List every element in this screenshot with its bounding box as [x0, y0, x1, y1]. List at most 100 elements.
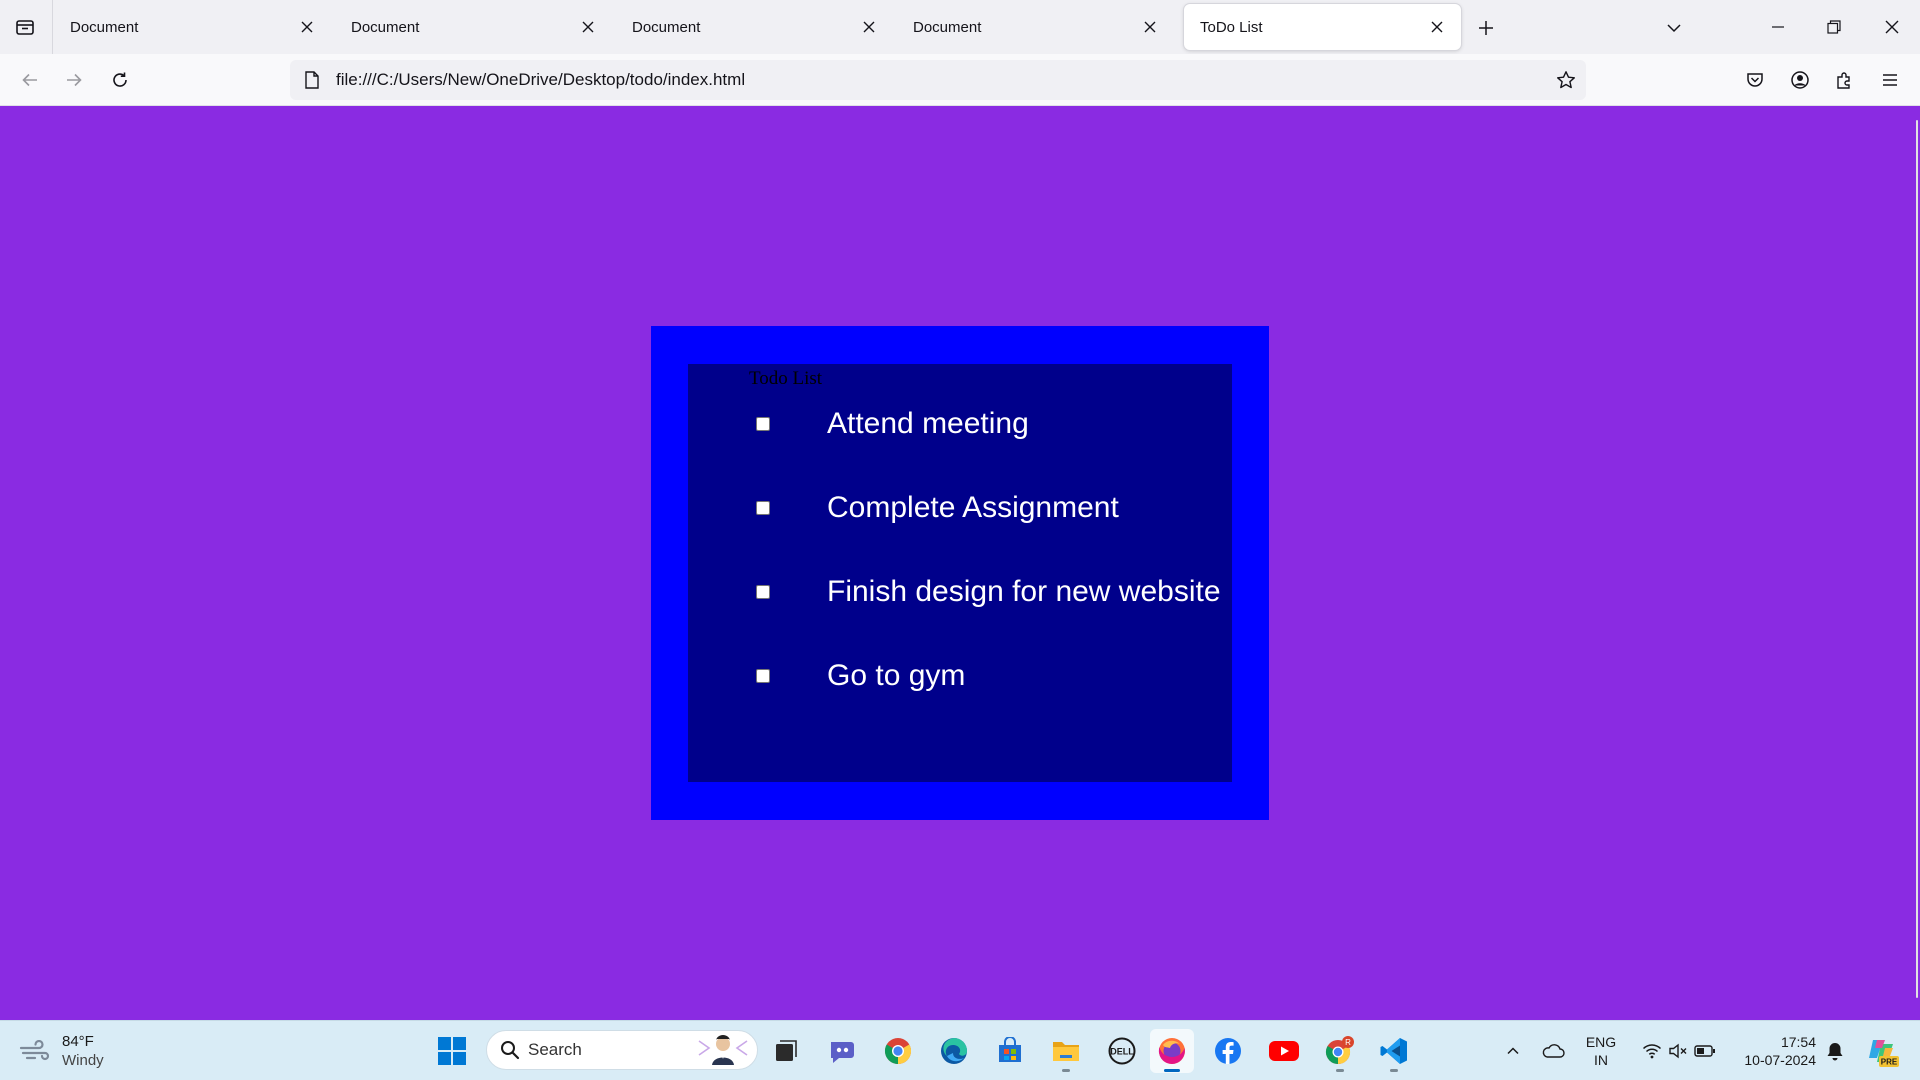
todo-item-label: Complete Assignment [827, 491, 1119, 524]
todo-item: Complete Assignment [756, 488, 1119, 528]
close-icon [582, 21, 594, 33]
tab-document-2[interactable]: Document [335, 4, 612, 50]
teams-app-button[interactable] [820, 1029, 864, 1073]
forward-button[interactable] [56, 62, 92, 98]
chrome-app-button[interactable] [876, 1029, 920, 1073]
dell-app-button[interactable]: DELL [1100, 1029, 1144, 1073]
arrow-right-icon [67, 73, 82, 87]
menu-button[interactable] [1872, 62, 1908, 98]
todo-list-panel: Todo List Attend meeting Complete Assign… [688, 364, 1232, 782]
svg-text:R: R [1345, 1038, 1351, 1047]
file-explorer-button[interactable] [1044, 1029, 1088, 1073]
cloud-icon [1542, 1044, 1565, 1058]
wind-icon [18, 1036, 52, 1066]
show-hidden-icons-button[interactable] [1500, 1029, 1526, 1073]
close-tab-button[interactable] [857, 15, 881, 39]
pocket-icon [1747, 73, 1763, 87]
restore-button[interactable] [1806, 0, 1862, 54]
navigation-toolbar: file:///C:/Users/New/OneDrive/Desktop/to… [0, 54, 1920, 106]
store-app-button[interactable] [988, 1029, 1032, 1073]
todo-title: Todo List [749, 368, 823, 389]
weather-temperature: 84°F [62, 1033, 94, 1050]
language-indicator[interactable]: ENG IN [1578, 1029, 1624, 1073]
tab-title: ToDo List [1200, 18, 1263, 36]
pocket-button[interactable] [1737, 62, 1773, 98]
tab-document-4[interactable]: Document [897, 4, 1174, 50]
region-code: IN [1594, 1052, 1608, 1068]
page-icon [294, 60, 330, 100]
new-tab-button[interactable] [1470, 12, 1502, 44]
todo-checkbox[interactable] [756, 417, 770, 431]
reload-icon [113, 72, 127, 87]
arrow-left-icon [22, 73, 37, 87]
tab-document-1[interactable]: Document [54, 4, 331, 50]
vscode-icon [1380, 1038, 1407, 1064]
edge-app-button[interactable] [932, 1029, 976, 1073]
account-button[interactable] [1782, 62, 1818, 98]
plus-icon [1479, 21, 1493, 35]
tab-document-3[interactable]: Document [616, 4, 893, 50]
clock-time: 17:54 [1780, 1034, 1816, 1050]
onedrive-tray-button[interactable] [1538, 1029, 1568, 1073]
close-tab-button[interactable] [1425, 15, 1449, 39]
windows-start-icon [438, 1037, 466, 1065]
account-icon [1791, 71, 1809, 89]
close-window-button[interactable] [1864, 0, 1920, 54]
scrollbar-thumb[interactable] [1916, 120, 1918, 998]
vertical-scrollbar[interactable] [1912, 106, 1920, 1020]
bookmark-button[interactable] [1546, 60, 1586, 100]
firefox-view-button[interactable] [8, 10, 42, 44]
todo-item: Go to gym [756, 656, 965, 696]
start-button[interactable] [430, 1029, 474, 1073]
address-bar[interactable]: file:///C:/Users/New/OneDrive/Desktop/to… [290, 60, 1586, 100]
url-text[interactable]: file:///C:/Users/New/OneDrive/Desktop/to… [330, 70, 1546, 90]
youtube-app-button[interactable] [1262, 1029, 1306, 1073]
tab-title: Document [632, 18, 701, 36]
taskbar-search-box[interactable]: Search [486, 1030, 758, 1070]
quick-settings-button[interactable] [1634, 1029, 1724, 1073]
chevron-up-icon [1507, 1047, 1519, 1055]
todo-item-label: Attend meeting [827, 407, 1029, 440]
vscode-app-button[interactable] [1372, 1029, 1416, 1073]
search-highlight-icon [695, 1031, 751, 1070]
copilot-badge: PRE [1881, 1058, 1898, 1067]
extensions-button[interactable] [1827, 62, 1863, 98]
tab-title: Document [913, 18, 982, 36]
todo-item: Finish design for new website [756, 572, 1221, 612]
running-indicator [1336, 1069, 1344, 1072]
close-icon [863, 21, 875, 33]
copilot-button[interactable]: PRE [1862, 1029, 1902, 1073]
chrome-profile-app-button[interactable]: R [1318, 1029, 1362, 1073]
teams-icon [831, 1042, 854, 1063]
list-all-tabs-button[interactable] [1658, 12, 1690, 44]
close-tab-button[interactable] [295, 15, 319, 39]
todo-item-label: Finish design for new website [827, 575, 1221, 608]
svg-text:DELL: DELL [1110, 1047, 1134, 1057]
task-view-button[interactable] [764, 1029, 808, 1073]
speaker-muted-icon [1669, 1043, 1687, 1059]
todo-checkbox[interactable] [756, 669, 770, 683]
battery-icon [1694, 1045, 1715, 1057]
weather-widget[interactable]: 84°F Windy [18, 1029, 104, 1073]
reload-button[interactable] [102, 62, 138, 98]
clock-button[interactable]: 17:54 10-07-2024 [1736, 1029, 1816, 1073]
minimize-button[interactable] [1750, 0, 1806, 54]
search-icon [501, 1041, 520, 1060]
close-tab-button[interactable] [1138, 15, 1162, 39]
running-indicator [1164, 1069, 1180, 1072]
close-tab-button[interactable] [576, 15, 600, 39]
todo-item-label: Go to gym [827, 659, 966, 692]
close-icon [1431, 21, 1443, 33]
tab-divider [52, 0, 53, 54]
todo-checkbox[interactable] [756, 501, 770, 515]
todo-checkbox[interactable] [756, 585, 770, 599]
back-button[interactable] [12, 62, 48, 98]
facebook-app-button[interactable] [1206, 1029, 1250, 1073]
tab-todo-list[interactable]: ToDo List [1184, 4, 1461, 50]
firefox-view-icon [16, 20, 34, 35]
firefox-app-button[interactable] [1150, 1029, 1194, 1073]
close-icon [301, 21, 313, 33]
notifications-button[interactable] [1822, 1029, 1848, 1073]
dell-icon: DELL [1108, 1037, 1136, 1065]
chrome-profile-icon: R [1325, 1036, 1354, 1064]
